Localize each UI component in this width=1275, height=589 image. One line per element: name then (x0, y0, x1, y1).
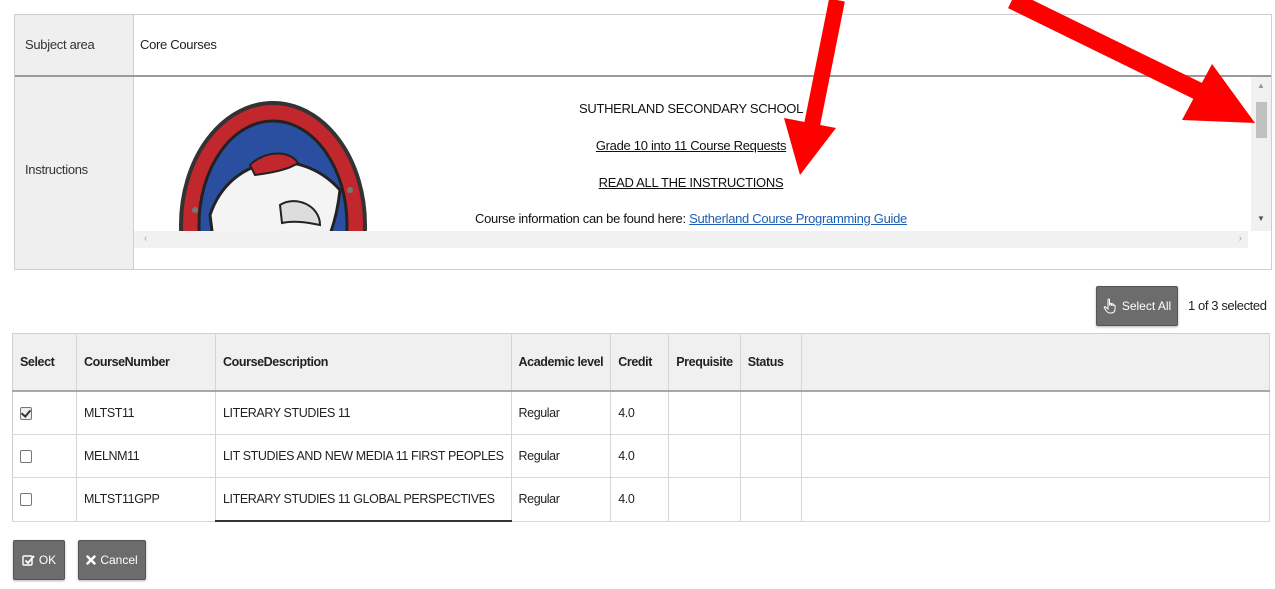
row-select-cell[interactable] (12, 477, 77, 522)
instructions-vertical-scrollbar[interactable]: ▲ ▼ (1251, 77, 1271, 231)
header-academic-level[interactable]: Academic level (511, 333, 612, 392)
prerequisite-cell (668, 434, 741, 478)
academic-level-cell: Regular (511, 434, 612, 478)
instructions-frame[interactable]: SUTHERLAND SECONDARY SCHOOL Grade 10 int… (134, 77, 1271, 269)
ok-label: OK (38, 553, 57, 567)
table-row[interactable]: MLTST11 LITERARY STUDIES 11 Regular 4.0 (12, 391, 1271, 435)
course-info-line: Course information can be found here: Su… (134, 211, 1248, 226)
header-course-description[interactable]: CourseDescription (215, 333, 512, 392)
ok-button[interactable]: OK (13, 540, 65, 580)
header-select[interactable]: Select (12, 333, 77, 392)
selected-count: 1 of 3 selected (1188, 298, 1267, 313)
prerequisite-cell (668, 391, 741, 435)
select-all-label: Select All (1121, 299, 1172, 313)
course-number-cell: MLTST11 (76, 391, 216, 435)
table-header-row: Select CourseNumber CourseDescription Ac… (12, 333, 1271, 392)
course-info-prefix: Course information can be found here: (475, 211, 690, 226)
course-description-cell: LIT STUDIES AND NEW MEDIA 11 FIRST PEOPL… (215, 434, 512, 478)
row-checkbox[interactable] (20, 493, 32, 507)
scroll-right-icon[interactable]: › (1239, 233, 1242, 244)
row-checkbox[interactable] (20, 407, 32, 421)
scroll-down-icon[interactable]: ▼ (1257, 214, 1265, 223)
subject-area-value: Core Courses (140, 37, 217, 52)
filler-cell (801, 477, 1271, 522)
status-cell (740, 477, 802, 522)
row-checkbox[interactable] (20, 450, 32, 464)
academic-level-cell: Regular (511, 391, 612, 435)
header-credit[interactable]: Credit (610, 333, 670, 392)
credit-cell: 4.0 (610, 391, 670, 435)
course-table: Select CourseNumber CourseDescription Ac… (12, 333, 1271, 522)
row-select-cell[interactable] (12, 391, 77, 435)
course-info-panel: Subject area Core Courses Instructions S… (14, 14, 1272, 270)
x-icon (86, 555, 97, 565)
header-status[interactable]: Status (740, 333, 802, 392)
scroll-thumb[interactable] (1256, 102, 1267, 138)
cancel-label: Cancel (100, 553, 138, 567)
course-description-cell: LITERARY STUDIES 11 GLOBAL PERSPECTIVES (215, 477, 512, 522)
table-row[interactable]: MLTST11GPP LITERARY STUDIES 11 GLOBAL PE… (12, 477, 1271, 522)
header-course-number[interactable]: CourseNumber (76, 333, 216, 392)
filler-cell (801, 391, 1271, 435)
filler-cell (801, 434, 1271, 478)
header-filler (801, 333, 1271, 392)
instructions-content: SUTHERLAND SECONDARY SCHOOL Grade 10 int… (134, 77, 1248, 231)
school-name: SUTHERLAND SECONDARY SCHOOL (578, 101, 804, 116)
hand-pointer-icon (1103, 298, 1116, 314)
subject-area-row: Subject area Core Courses (15, 15, 1271, 77)
grade-line: Grade 10 into 11 Course Requests (595, 138, 787, 153)
status-cell (740, 434, 802, 478)
cancel-button[interactable]: Cancel (78, 540, 146, 580)
credit-cell: 4.0 (610, 434, 670, 478)
table-row[interactable]: MELNM11 LIT STUDIES AND NEW MEDIA 11 FIR… (12, 434, 1271, 478)
subject-area-label: Subject area (25, 37, 95, 52)
subject-area-label-cell: Subject area (15, 15, 134, 75)
credit-cell: 4.0 (610, 477, 670, 522)
instructions-label-cell: Instructions (15, 77, 134, 269)
course-description-cell: LITERARY STUDIES 11 (215, 391, 512, 435)
academic-level-cell: Regular (511, 477, 612, 522)
instructions-label: Instructions (25, 162, 88, 177)
instructions-horizontal-scrollbar[interactable]: ‹ › (134, 231, 1248, 248)
check-square-icon (22, 554, 35, 566)
prerequisite-cell (668, 477, 741, 522)
scroll-up-icon[interactable]: ▲ (1257, 81, 1265, 90)
read-all-instructions: READ ALL THE INSTRUCTIONS (598, 175, 784, 190)
row-select-cell[interactable] (12, 434, 77, 478)
select-all-button[interactable]: Select All (1096, 286, 1178, 326)
header-prerequisite[interactable]: Prequisite (668, 333, 741, 392)
status-cell (740, 391, 802, 435)
course-number-cell: MELNM11 (76, 434, 216, 478)
course-number-cell: MLTST11GPP (76, 477, 216, 522)
scroll-left-icon[interactable]: ‹ (144, 233, 147, 244)
programming-guide-link[interactable]: Sutherland Course Programming Guide (689, 211, 907, 226)
